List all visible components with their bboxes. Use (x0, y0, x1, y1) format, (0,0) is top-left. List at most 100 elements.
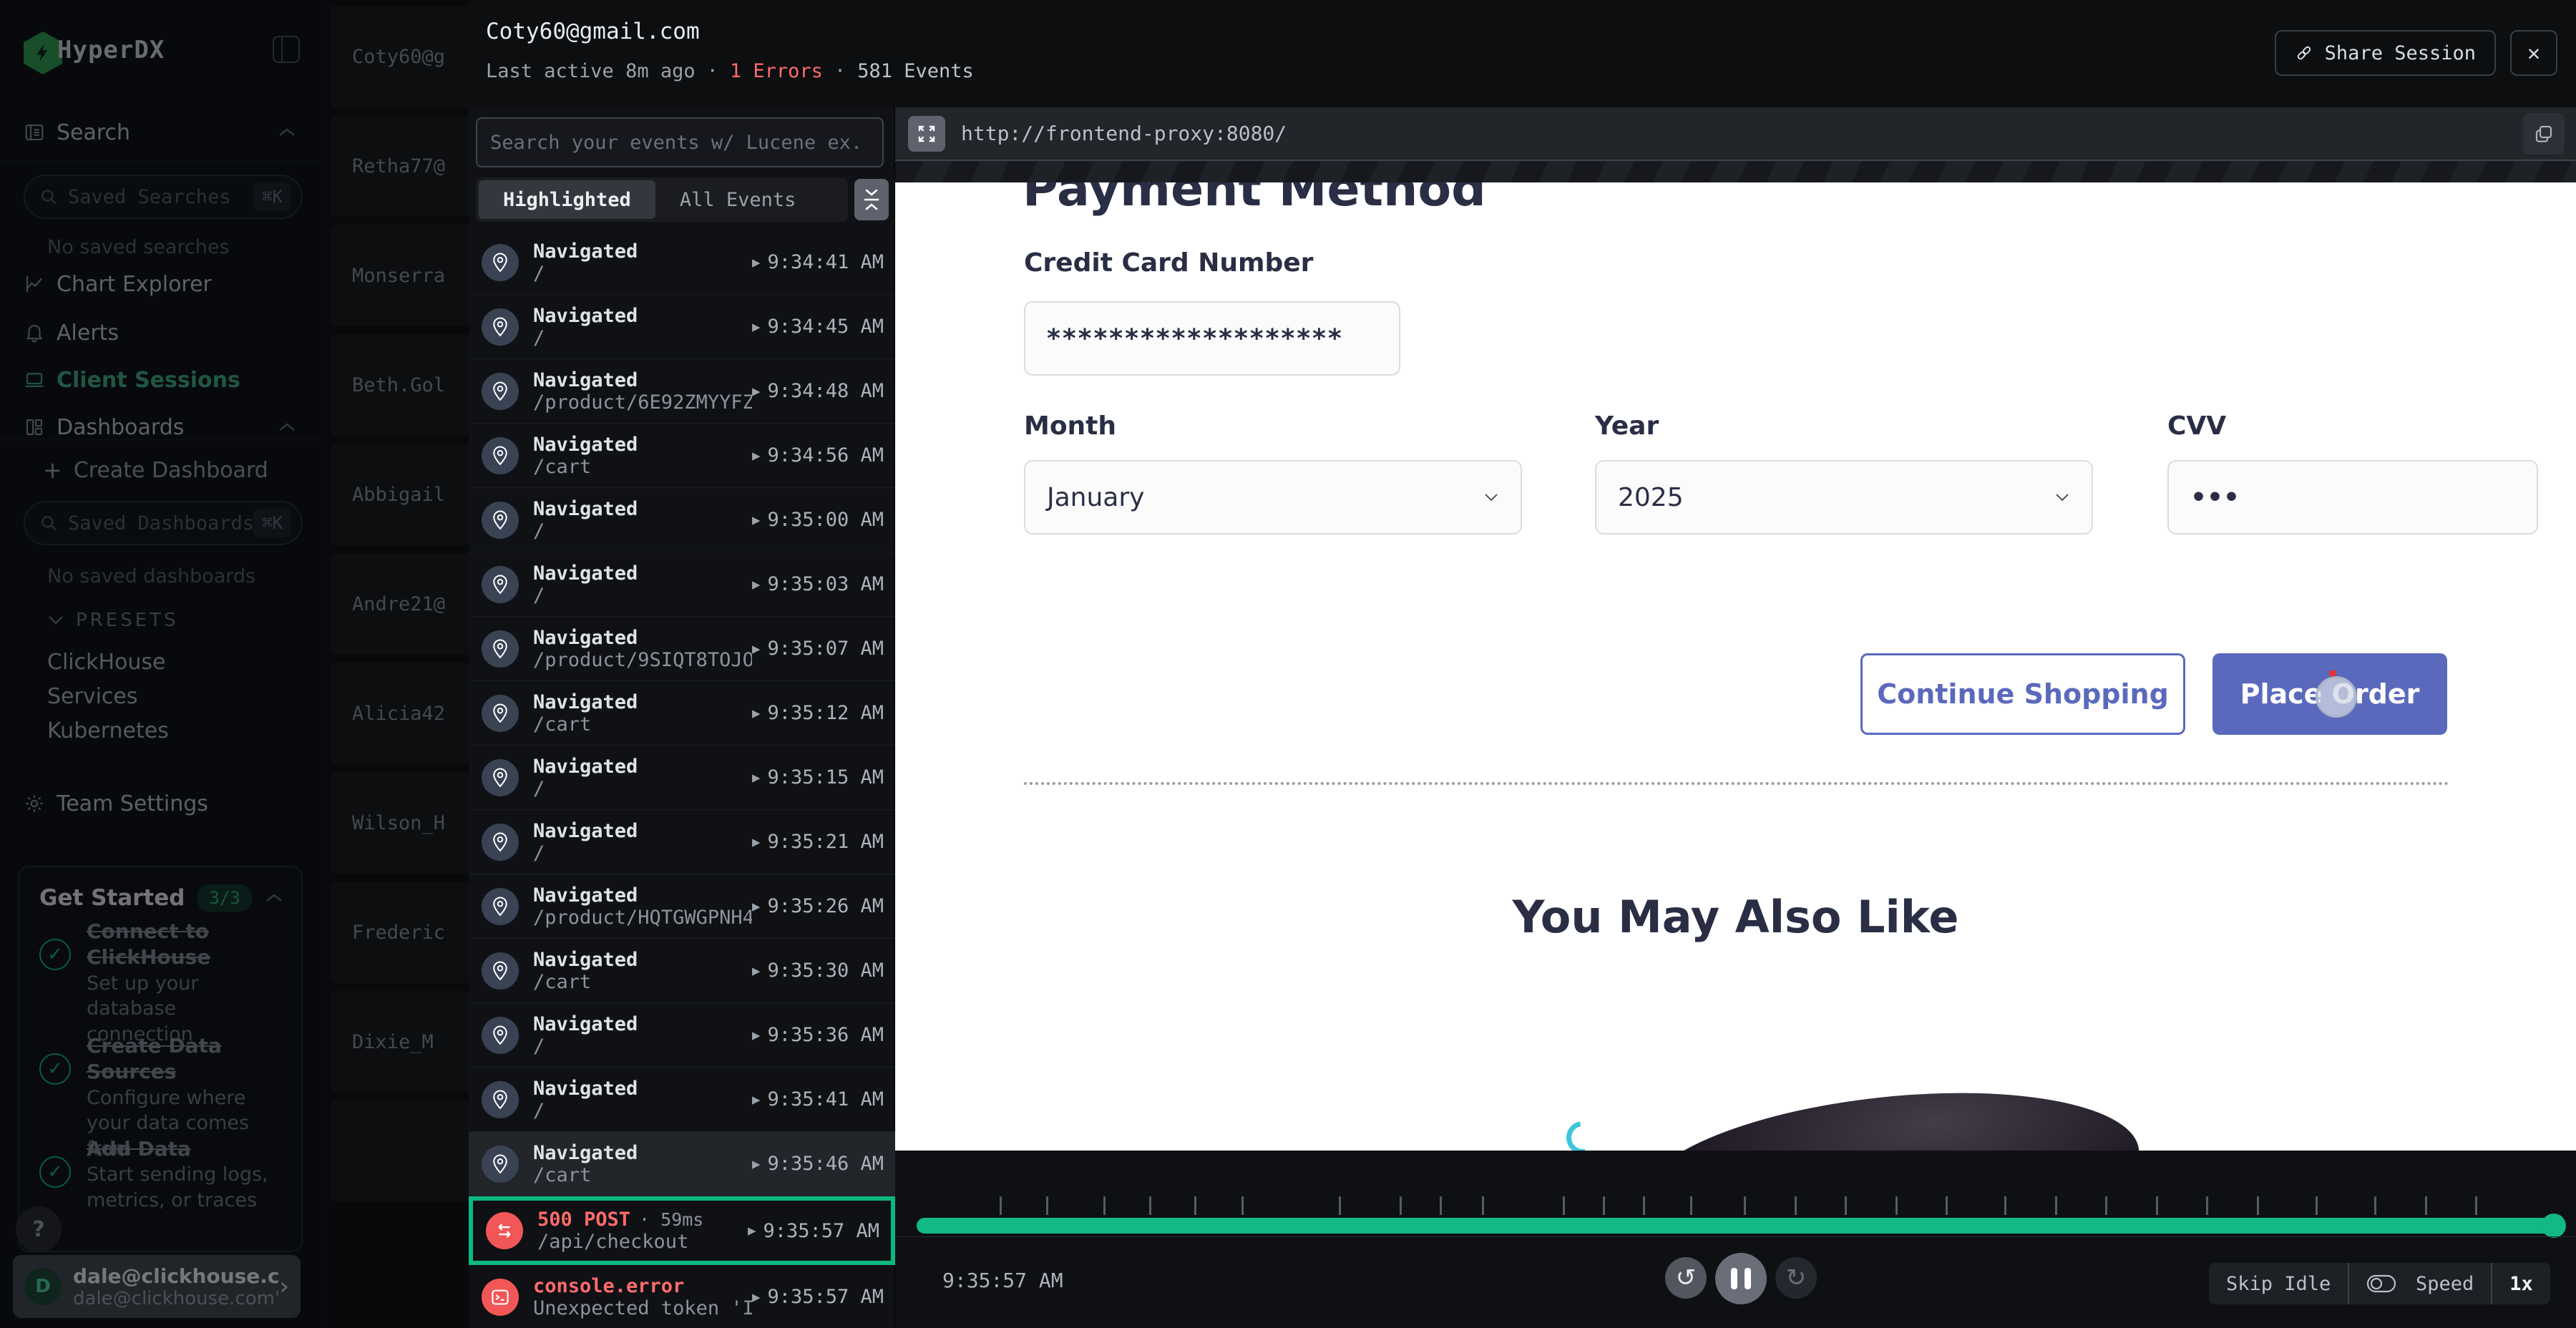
tab-highlighted[interactable]: Highlighted (479, 180, 655, 219)
laptop-icon (24, 369, 45, 391)
event-row[interactable]: Navigated / ▶9:35:41 AM (469, 1068, 895, 1132)
timeline-tick (1744, 1196, 1746, 1215)
event-row[interactable]: Navigated / ▶9:35:03 AM (469, 552, 895, 617)
saved-searches-input[interactable]: Saved Searches ⌘K (24, 175, 303, 219)
event-row[interactable]: Navigated /cart ▶9:35:46 AM (469, 1132, 895, 1196)
tab-all-events[interactable]: All Events (655, 180, 821, 219)
get-started-title: Get Started (39, 885, 185, 911)
rewind-button[interactable]: ↺ (1665, 1257, 1707, 1299)
event-row[interactable]: Navigated / ▶9:35:00 AM (469, 488, 895, 552)
chart-icon (24, 273, 45, 295)
chevron-up-icon (277, 126, 297, 139)
pin-icon (482, 1017, 519, 1054)
session-list-item[interactable]: Dixie_M (331, 991, 469, 1093)
sidebar-item-dashboards[interactable]: Dashboards (0, 406, 326, 448)
expand-icon[interactable] (908, 116, 945, 152)
session-list-item[interactable]: Retha77@ (331, 115, 469, 217)
skip-idle-control[interactable]: Skip Idle (2209, 1263, 2414, 1304)
playback-progress-bar[interactable] (917, 1218, 2555, 1234)
bell-icon (24, 322, 45, 343)
session-list-item[interactable]: Andre21@ (331, 553, 469, 655)
event-row[interactable]: Navigated / ▶9:35:36 AM (469, 1003, 895, 1068)
sidebar-item-client-sessions[interactable]: Client Sessions (0, 359, 326, 401)
playback-timeline[interactable] (895, 1191, 2576, 1235)
pin-icon (482, 244, 519, 281)
session-list-item[interactable]: Alicia42 (331, 663, 469, 764)
continue-shopping-button[interactable]: Continue Shopping (1860, 653, 2185, 735)
swap-arrows-icon (486, 1212, 523, 1249)
pin-icon (482, 630, 519, 668)
preset-link-kubernetes[interactable]: Kubernetes (47, 718, 169, 743)
event-row[interactable]: Navigated /product/HQTGWGPNH4 ▶9:35:26 A… (469, 874, 895, 939)
session-list-item[interactable]: Wilson_H (331, 772, 469, 874)
play-marker-icon: ▶ (752, 1156, 760, 1172)
session-list-item[interactable] (331, 1100, 469, 1202)
session-email: Coty60@gmail.com (486, 19, 700, 44)
event-row[interactable]: Navigated / ▶9:35:21 AM (469, 810, 895, 874)
help-button[interactable]: ? (16, 1206, 62, 1252)
year-select[interactable]: 2025 (1595, 460, 2093, 534)
gear-icon (24, 793, 45, 814)
pause-button[interactable] (1715, 1253, 1767, 1304)
saved-dashboards-input[interactable]: Saved Dashboards ⌘K (24, 501, 303, 545)
preset-link-services[interactable]: Services (47, 684, 138, 709)
event-row[interactable]: console.error Unexpected token 'I'… ▶9:3… (469, 1265, 895, 1328)
event-row[interactable]: 500 POST · 59ms /api/checkout ▶9:35:57 A… (469, 1196, 895, 1265)
sidebar-collapse-icon[interactable] (273, 36, 300, 63)
pin-icon (482, 759, 519, 796)
speed-value: 1x (2509, 1273, 2533, 1295)
session-list-item[interactable]: Abbigail (331, 444, 469, 545)
presets-section-toggle[interactable]: PRESETS (47, 610, 179, 631)
event-row[interactable]: Navigated / ▶9:34:45 AM (469, 295, 895, 359)
month-select[interactable]: January (1024, 460, 1522, 534)
timeline-tick (1241, 1196, 1244, 1215)
link-icon (2295, 44, 2313, 62)
cvv-input[interactable]: ••• (2167, 460, 2538, 534)
session-list-item[interactable]: Coty60@g (331, 6, 469, 107)
event-row[interactable]: Navigated /cart ▶9:35:12 AM (469, 681, 895, 746)
chevron-down-icon (2054, 492, 2070, 502)
preset-link-clickhouse[interactable]: ClickHouse (47, 650, 166, 675)
sidebar-item-team-settings[interactable]: Team Settings (0, 783, 326, 824)
shortcut-badge: ⌘K (253, 182, 291, 211)
event-row[interactable]: Navigated /product/6E92ZMYYFZ ▶9:34:48 A… (469, 359, 895, 424)
timeline-tick (2055, 1196, 2057, 1215)
sidebar-item-alerts[interactable]: Alerts (0, 312, 326, 353)
event-row[interactable]: Navigated / ▶9:34:41 AM (469, 230, 895, 295)
sidebar: HyperDX Search Saved Searches ⌘K No save… (0, 0, 326, 1328)
forward-button[interactable]: ↻ (1775, 1257, 1817, 1299)
app-title: HyperDX (57, 36, 165, 64)
share-session-button[interactable]: Share Session (2275, 30, 2496, 76)
collapse-all-button[interactable] (854, 179, 889, 220)
event-row[interactable]: Navigated / ▶9:35:15 AM (469, 746, 895, 810)
get-started-step[interactable]: ✓ Add Data Start sending logs, metrics, … (39, 1136, 287, 1214)
session-list-item[interactable]: Frederic (331, 882, 469, 983)
pin-icon (482, 952, 519, 990)
credit-card-input[interactable]: ******************* (1024, 301, 1400, 376)
copy-icon[interactable] (2523, 113, 2565, 155)
event-count-label: 581 Events (857, 60, 974, 82)
session-list-item[interactable]: Beth.Gol (331, 334, 469, 436)
replay-url: http://frontend-proxy:8080/ (961, 122, 1287, 145)
timeline-tick (1046, 1196, 1048, 1215)
play-marker-icon: ▶ (752, 1092, 760, 1108)
playback-knob[interactable] (2542, 1214, 2566, 1238)
check-circle-icon: ✓ (39, 1053, 71, 1085)
user-menu[interactable]: D dale@clickhouse.com dale@clickhouse.co… (13, 1255, 301, 1318)
playback-controls: 9:35:57 AM ↺ ↻ Skip Idle Speed 1x (895, 1236, 2576, 1328)
sidebar-item-chart-explorer[interactable]: Chart Explorer (0, 263, 326, 305)
timeline-tick (1795, 1196, 1797, 1215)
sidebar-item-search[interactable]: Search (0, 112, 326, 153)
speed-control[interactable]: Speed 1x (2399, 1263, 2550, 1304)
grid-icon (24, 416, 45, 438)
event-row[interactable]: Navigated /cart ▶9:34:56 AM (469, 424, 895, 488)
session-list-item[interactable]: Monserra (331, 225, 469, 326)
chevron-up-icon[interactable] (264, 892, 284, 904)
event-row[interactable]: Navigated /cart ▶9:35:30 AM (469, 939, 895, 1003)
close-icon[interactable]: ✕ (2510, 30, 2557, 76)
event-row[interactable]: Navigated /product/9SIQT8TOJO ▶9:35:07 A… (469, 617, 895, 681)
timeline-tick (1603, 1196, 1605, 1215)
events-search-input[interactable]: Search your events w/ Lucene ex. colum (476, 117, 884, 167)
get-started-step[interactable]: ✓ Connect to ClickHouse Set up your data… (39, 919, 287, 1048)
create-dashboard-button[interactable]: + Create Dashboard (0, 449, 326, 491)
